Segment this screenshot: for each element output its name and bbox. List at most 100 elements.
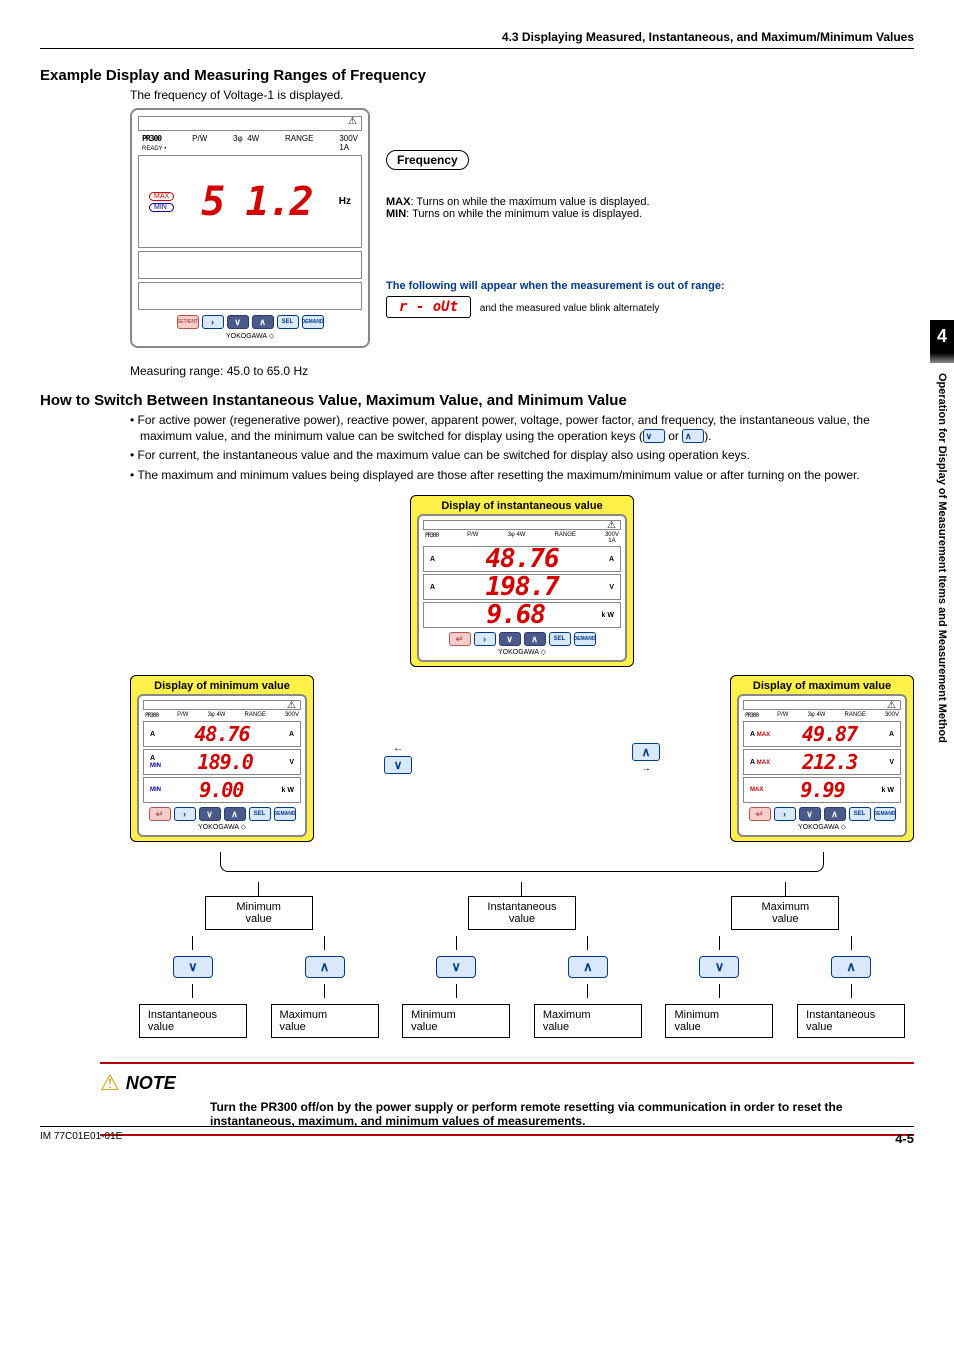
bullet-1-text-b: ). <box>704 429 711 443</box>
diagram-up-button[interactable]: ∧ <box>632 743 660 761</box>
state-inst: Instantaneous value <box>468 896 576 930</box>
page-footer: IM 77C01E01-01E 4-5 <box>40 1126 914 1146</box>
frequency-callout: Frequency <box>386 150 469 170</box>
maximum-panel: Display of maximum value ⚠ PR300P/W3φ 4W… <box>730 675 914 842</box>
minimum-panel: Display of minimum value ⚠ PR300P/W3φ 4W… <box>130 675 314 842</box>
state-max: Maximum value <box>731 896 839 930</box>
device-max: ⚠ PR300P/W3φ 4WRANGE300V A MAX49.87A A M… <box>737 694 907 837</box>
device-top-bar: ⚠ <box>138 116 362 131</box>
frequency-unit: Hz <box>339 196 351 207</box>
device-screen: ⚠ PR300READY • P/W 3φ 4W RANGE 300V1A MA… <box>130 108 370 348</box>
subdescription: The frequency of Voltage-1 is displayed. <box>130 88 914 102</box>
heading-example-display: Example Display and Measuring Ranges of … <box>40 67 914 84</box>
col-maximum: Maximum value ∨ Minimum value ∧ Instanta… <box>657 882 914 1038</box>
bullet-1-text-a: For active power (regenerative power), r… <box>138 413 870 443</box>
warning-icon: ⚠ <box>607 520 616 531</box>
state-min: Minimum value <box>665 1004 773 1038</box>
min-row-1: A48.76A <box>143 721 301 747</box>
chapter-number: 4 <box>930 320 954 353</box>
arrow-left-icon: ← <box>393 743 403 754</box>
down-key-icon: ∨ <box>643 429 665 443</box>
figure-annotations: Frequency MAX: Turns on while the maximu… <box>386 108 914 318</box>
device-min: ⚠ PR300P/W3φ 4WRANGE300V A48.76A AMIN189… <box>137 694 307 837</box>
mini-top: ⚠ <box>423 520 621 530</box>
col-minimum: Minimum value ∨ Instantaneous value ∧ Ma… <box>130 882 387 1038</box>
bullet-3: The maximum and minimum values being dis… <box>130 468 914 484</box>
inst-row-1: A48.76A <box>423 546 621 572</box>
chapter-tab: 4 Operation for Display of Measurement I… <box>930 320 954 833</box>
down-button[interactable]: ∨ <box>173 956 213 978</box>
pw-label: P/W <box>192 134 207 152</box>
state-min: Minimum value <box>205 896 313 930</box>
inst-row-2: A198.7V <box>423 574 621 600</box>
doc-id: IM 77C01E01-01E <box>40 1131 122 1146</box>
inst-row-3: 9.68k W <box>423 602 621 628</box>
max-min-pills: MAX MIN <box>149 192 174 212</box>
voltage-label: 300V <box>339 134 358 143</box>
bullet-2: For current, the instantaneous value and… <box>130 448 914 464</box>
down-button[interactable]: ∨ <box>699 956 739 978</box>
switching-diagram: Display of instantaneous value ⚠ PR300P/… <box>130 495 914 882</box>
state-min: Minimum value <box>402 1004 510 1038</box>
chapter-title-vertical: Operation for Display of Measurement Ite… <box>936 363 948 833</box>
bullet-1: For active power (regenerative power), r… <box>130 413 914 444</box>
state-inst: Instantaneous value <box>139 1004 247 1038</box>
col-instantaneous: Instantaneous value ∨ Minimum value ∧ Ma… <box>393 882 650 1038</box>
frequency-figure: ⚠ PR300READY • P/W 3φ 4W RANGE 300V1A MA… <box>130 108 914 348</box>
readout-empty-2 <box>138 282 362 310</box>
page-number: 4-5 <box>895 1131 914 1146</box>
heading-how-to-switch: How to Switch Between Instantaneous Valu… <box>40 392 914 409</box>
tab-fade <box>930 353 954 363</box>
min-text: : Turns on while the minimum value is di… <box>406 208 642 220</box>
measuring-range-note: Measuring range: 45.0 to 65.0 Hz <box>130 364 914 378</box>
wire-label: 4W <box>247 134 259 143</box>
max-row-2: A MAX212.3V <box>743 749 901 775</box>
mini-labels: PR300P/W3φ 4WRANGE300V1A <box>423 532 621 544</box>
min-bold: MIN <box>386 208 406 220</box>
section-header: 4.3 Displaying Measured, Instantaneous, … <box>40 30 914 44</box>
state-max: Maximum value <box>271 1004 379 1038</box>
instantaneous-panel: Display of instantaneous value ⚠ PR300P/… <box>410 495 634 667</box>
connector-lines <box>130 842 914 882</box>
down-button[interactable]: ∨ <box>436 956 476 978</box>
up-button[interactable]: ∧ <box>305 956 345 978</box>
up-button[interactable]: ∧ <box>831 956 871 978</box>
device-buttons: SET/ENT › ∨ ∧ SEL DEMAND <box>138 313 362 329</box>
max-row-3: MAX9.99k W <box>743 777 901 803</box>
state-max: Maximum value <box>534 1004 642 1038</box>
max-min-notes: MAX: Turns on while the maximum value is… <box>386 196 914 220</box>
out-of-range-heading: The following will appear when the measu… <box>386 280 914 292</box>
max-panel-title: Display of maximum value <box>753 680 891 692</box>
phase-label: 3φ <box>233 134 243 143</box>
up-button[interactable]: ∧ <box>252 315 274 329</box>
down-button[interactable]: ∨ <box>227 315 249 329</box>
max-pill: MAX <box>149 192 174 201</box>
diagram-middle-row: Display of minimum value ⚠ PR300P/W3φ 4W… <box>130 675 914 842</box>
note-block: ⚠ NOTE Turn the PR300 off/on by the powe… <box>100 1062 914 1136</box>
diagram-down-button[interactable]: ∨ <box>384 756 412 774</box>
demand-button[interactable]: DEMAND <box>302 315 324 329</box>
min-row-2: AMIN189.0V <box>143 749 301 775</box>
sel-button[interactable]: SEL <box>277 315 299 329</box>
mini-buttons: ↵›∨∧SELDEMAND <box>423 630 621 646</box>
state-transition-grid: Minimum value ∨ Instantaneous value ∧ Ma… <box>130 882 914 1038</box>
range-label: RANGE <box>285 134 313 152</box>
page-header: 4.3 Displaying Measured, Instantaneous, … <box>40 30 914 49</box>
r-out-display: r - oUt <box>386 296 471 318</box>
amp-label: 1A <box>339 143 349 152</box>
min-row-3: MIN9.00k W <box>143 777 301 803</box>
up-key-icon: ∧ <box>682 429 704 443</box>
up-button[interactable]: ∧ <box>568 956 608 978</box>
state-inst: Instantaneous value <box>797 1004 905 1038</box>
inst-panel-title: Display of instantaneous value <box>441 500 602 512</box>
set-ent-button[interactable]: SET/ENT <box>177 315 199 329</box>
bullet-1-or: or <box>665 429 682 443</box>
out-of-range-note: The following will appear when the measu… <box>386 280 914 318</box>
note-title: NOTE <box>126 1073 176 1094</box>
frequency-value: 5 1.2 <box>201 179 311 225</box>
right-button[interactable]: › <box>202 315 224 329</box>
ready-label: READY • <box>142 146 166 152</box>
min-pill: MIN <box>149 203 174 212</box>
device-labels: PR300READY • P/W 3φ 4W RANGE 300V1A <box>138 134 362 152</box>
note-heading: ⚠ NOTE <box>100 1070 914 1096</box>
